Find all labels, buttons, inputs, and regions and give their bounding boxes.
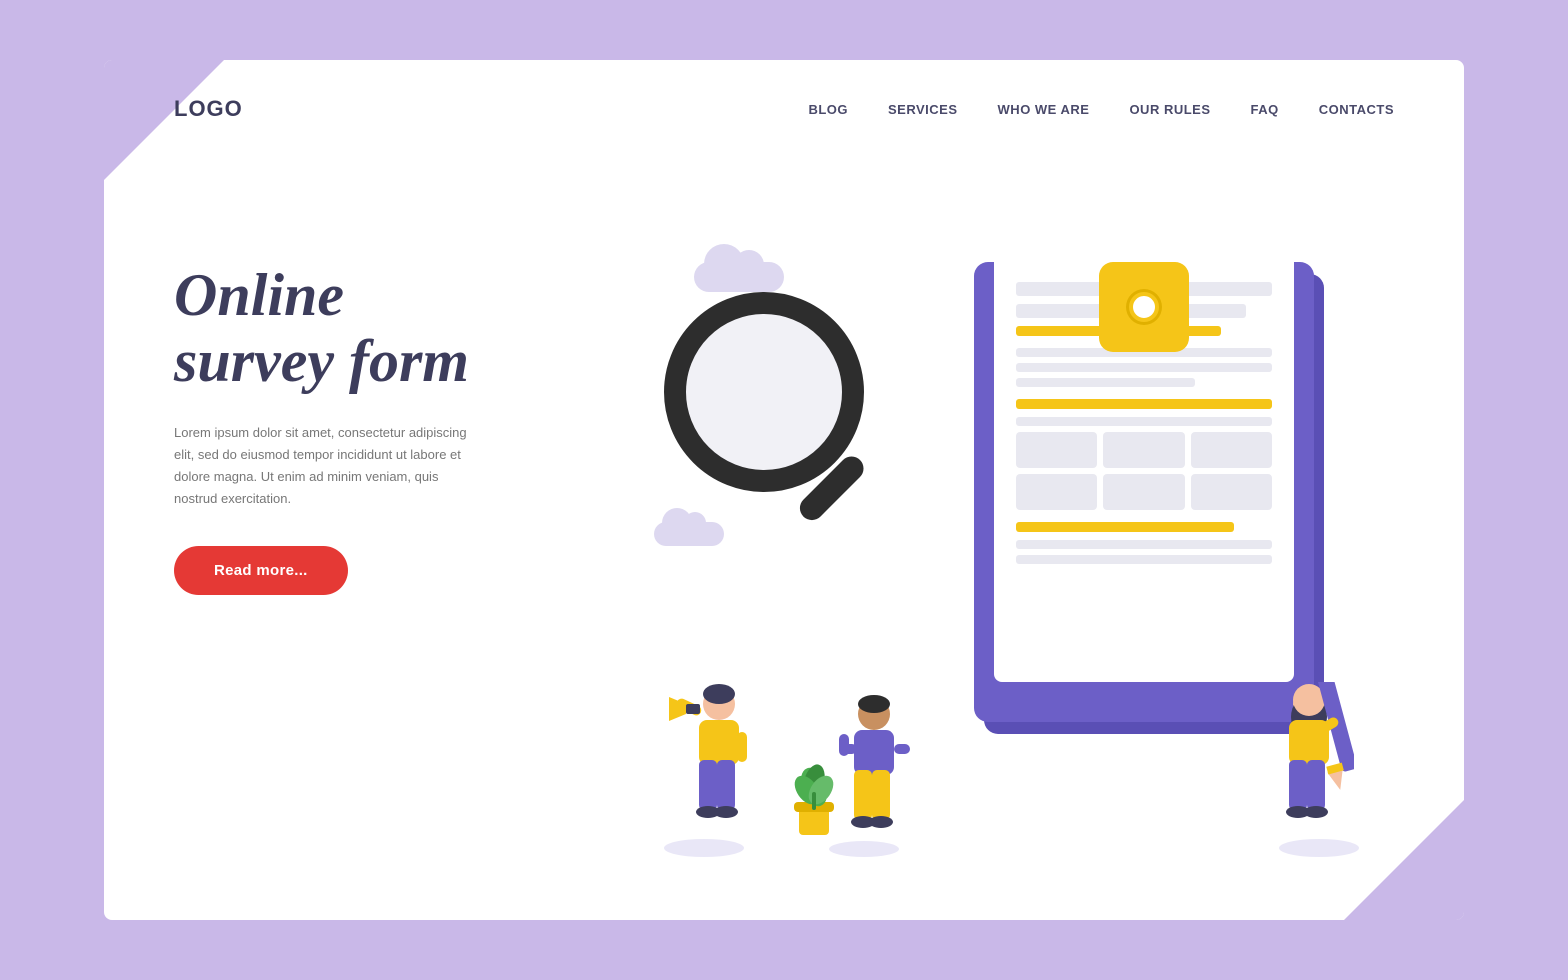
nav-faq[interactable]: FAQ [1251, 102, 1279, 117]
paper-line-5 [1016, 378, 1195, 387]
nav-our-rules[interactable]: OUR RULES [1129, 102, 1210, 117]
nav-who-we-are[interactable]: WHO WE ARE [998, 102, 1090, 117]
magnifier-handle [795, 452, 869, 526]
clipboard-clip [1099, 262, 1189, 352]
grid-cell-2 [1103, 432, 1184, 468]
paper-highlight-2 [1016, 399, 1272, 409]
hero-title: Online survey form [174, 262, 604, 394]
grid-cell-3 [1191, 432, 1272, 468]
plant-decoration [779, 752, 849, 847]
nav-contacts[interactable]: CONTACTS [1319, 102, 1394, 117]
main-content: Online survey form Lorem ipsum dolor sit… [104, 142, 1464, 892]
page-card: LOGO BLOG SERVICES WHO WE ARE OUR RULES … [104, 60, 1464, 920]
grid-cell-6 [1191, 474, 1272, 510]
clipboard-illustration [974, 202, 1314, 722]
hero-illustration [604, 182, 1394, 902]
person-3-figure [1264, 682, 1354, 847]
shadow-person-3 [1279, 839, 1359, 857]
paper-line-4 [1016, 363, 1272, 372]
grid-cell-5 [1103, 474, 1184, 510]
magnifier-icon [664, 292, 864, 492]
shadow-person-1 [664, 839, 744, 857]
grid-cell-4 [1016, 474, 1097, 510]
paper-line-6 [1016, 417, 1272, 426]
logo: LOGO [174, 96, 243, 122]
paper-line-7 [1016, 540, 1272, 549]
hero-description: Lorem ipsum dolor sit amet, consectetur … [174, 422, 484, 510]
cloud-decoration-2 [654, 522, 724, 546]
header: LOGO BLOG SERVICES WHO WE ARE OUR RULES … [104, 60, 1464, 142]
person-1-figure [664, 682, 754, 842]
hero-text-section: Online survey form Lorem ipsum dolor sit… [174, 182, 604, 595]
magnifier-lens [664, 292, 864, 492]
nav-services[interactable]: SERVICES [888, 102, 958, 117]
grid-cell-1 [1016, 432, 1097, 468]
paper-line-8 [1016, 555, 1272, 564]
navigation: BLOG SERVICES WHO WE ARE OUR RULES FAQ C… [808, 102, 1394, 117]
read-more-button[interactable]: Read more... [174, 546, 348, 595]
nav-blog[interactable]: BLOG [808, 102, 848, 117]
cloud-decoration-1 [694, 262, 784, 292]
paper-highlight-3 [1016, 522, 1234, 532]
paper-table-grid [1016, 432, 1272, 510]
